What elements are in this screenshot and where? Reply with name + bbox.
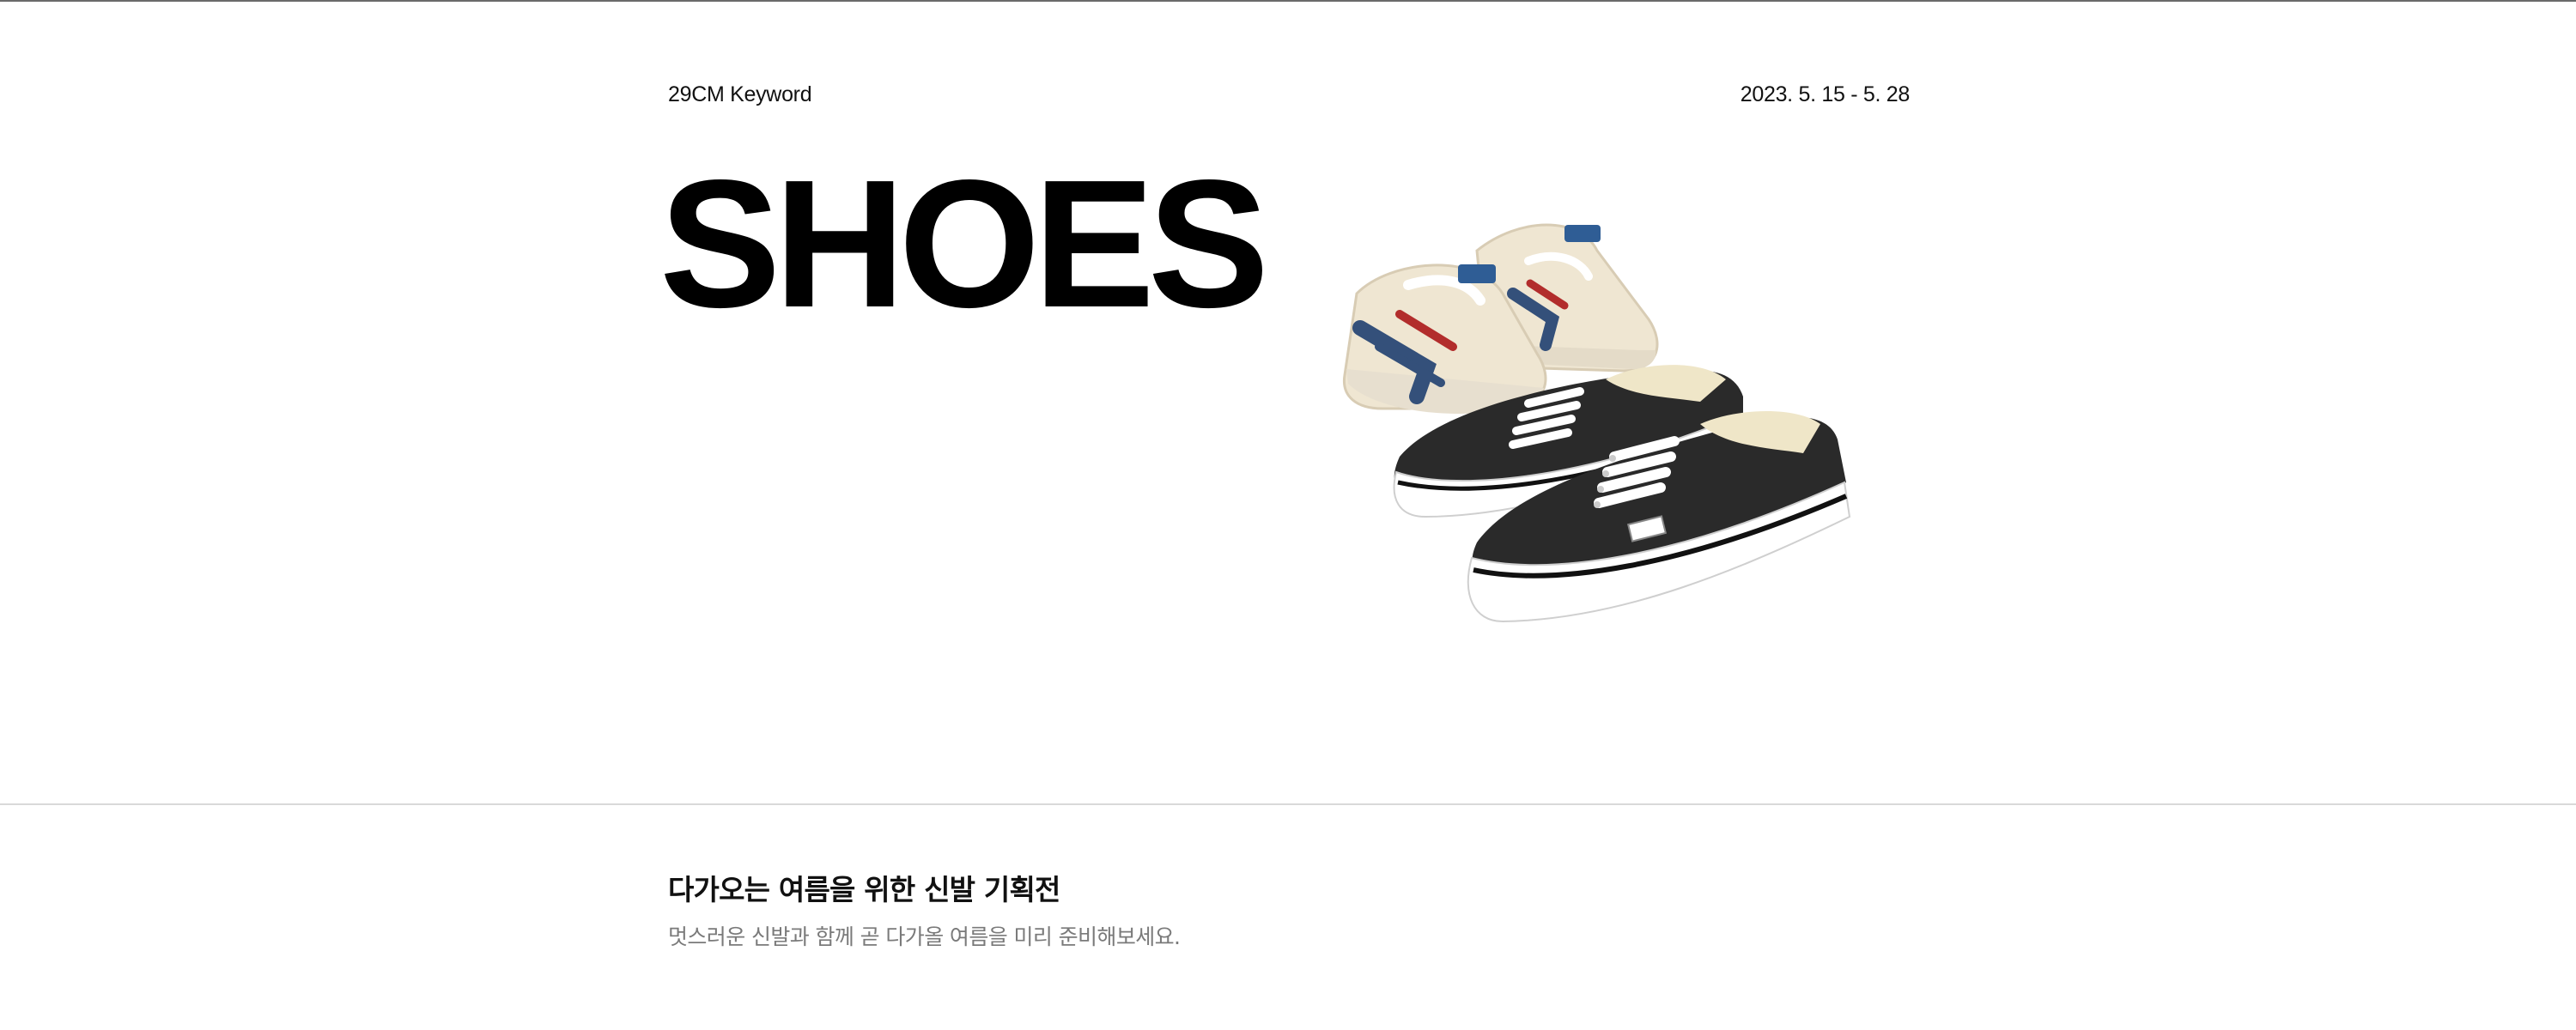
event-description: 멋스러운 신발과 함께 곧 다가올 여름을 미리 준비해보세요. bbox=[668, 924, 1181, 949]
event-headline: 다가오는 여름을 위한 신발 기획전 bbox=[668, 873, 1060, 906]
shoes-product-image bbox=[1342, 223, 1851, 623]
event-info: 다가오는 여름을 위한 신발 기획전 멋스러운 신발과 함께 곧 다가올 여름을… bbox=[0, 805, 2576, 1030]
keyword-label: 29CM Keyword bbox=[668, 82, 812, 106]
hero-banner[interactable]: 29CM Keyword 2023. 5. 15 - 5. 28 SHOES bbox=[0, 2, 2576, 803]
promo-page: 29CM Keyword 2023. 5. 15 - 5. 28 SHOES 다… bbox=[0, 0, 2576, 1030]
hero-title: SHOES bbox=[659, 142, 1269, 345]
event-date-range: 2023. 5. 15 - 5. 28 bbox=[1740, 82, 1911, 106]
